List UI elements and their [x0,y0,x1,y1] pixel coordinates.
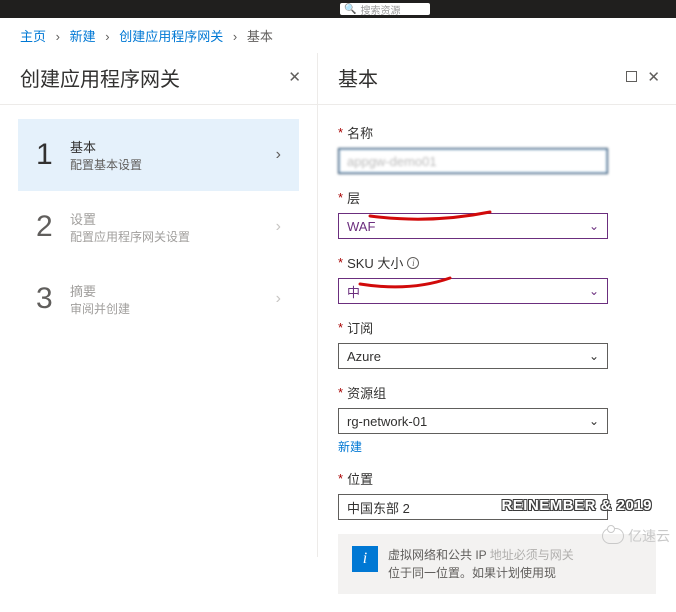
top-bar: 🔍 搜索资源 [0,0,676,18]
chevron-down-icon: ⌄ [589,349,599,363]
breadcrumb-sep: › [233,29,237,44]
required-mark: * [338,471,343,486]
breadcrumb-create-gateway[interactable]: 创建应用程序网关 [119,29,223,44]
chevron-right-icon: › [276,218,281,236]
right-blade: 基本 ✕ * 名称 * 层 WAF ⌄ * SKU 大小 i 中 [318,53,676,557]
label-sku: SKU 大小 [347,253,403,272]
field-tier: * 层 WAF ⌄ [338,188,656,239]
sku-value: 中 [347,282,360,301]
required-mark: * [338,125,343,140]
field-name: * 名称 [338,123,656,174]
field-resource-group: * 资源组 rg-network-01 ⌄ 新建 [338,383,656,455]
breadcrumb-new[interactable]: 新建 [70,29,96,44]
chevron-down-icon: ⌄ [589,219,599,233]
required-mark: * [338,255,343,270]
info-icon[interactable]: i [407,257,419,269]
resource-group-select[interactable]: rg-network-01 ⌄ [338,408,608,434]
chevron-down-icon: ⌄ [589,414,599,428]
label-tier: 层 [347,188,360,207]
watermark-reinember: REINEMBER & 2019 [501,497,652,514]
close-icon[interactable]: ✕ [288,70,301,85]
chevron-right-icon: › [276,146,281,164]
step-subtitle: 配置基本设置 [70,156,276,173]
info-box-text: 虚拟网络和公共 IP 地址必须与网关 位于同一位置。如果计划使用现 [388,546,574,582]
breadcrumb: 主页 › 新建 › 创建应用程序网关 › 基本 [0,18,676,53]
right-blade-title: 基本 [338,63,378,92]
field-sku: * SKU 大小 i 中 ⌄ [338,253,656,304]
chevron-down-icon: ⌄ [589,284,599,298]
step-title: 基本 [70,137,276,156]
breadcrumb-sep: › [105,29,109,44]
step-number: 3 [36,282,64,316]
sku-select[interactable]: 中 ⌄ [338,278,608,304]
location-value: 中国东部 2 [347,498,410,517]
search-chip[interactable]: 🔍 搜索资源 [340,3,430,15]
label-name: 名称 [347,123,373,142]
step-title: 摘要 [70,281,276,300]
wizard-steps: 1 基本 配置基本设置 › 2 设置 配置应用程序网关设置 › 3 摘要 [0,105,317,349]
right-blade-header: 基本 ✕ [318,53,676,105]
search-placeholder: 搜索资源 [360,2,400,17]
label-resource-group: 资源组 [347,383,386,402]
label-subscription: 订阅 [347,318,373,337]
name-input[interactable] [338,148,608,174]
step-title: 设置 [70,209,276,228]
watermark-yisu: 亿速云 [602,526,670,546]
step-3-summary[interactable]: 3 摘要 审阅并创建 › [18,263,299,335]
left-blade-title: 创建应用程序网关 [20,63,180,92]
breadcrumb-current: 基本 [247,29,273,44]
new-resource-group-link[interactable]: 新建 [338,438,362,455]
step-number: 2 [36,210,64,244]
step-1-basics[interactable]: 1 基本 配置基本设置 › [18,119,299,191]
subscription-select[interactable]: Azure ⌄ [338,343,608,369]
cloud-icon [602,528,624,544]
left-blade: 创建应用程序网关 ✕ 1 基本 配置基本设置 › 2 设置 配置应用程序网关设置 [0,53,318,557]
step-2-settings[interactable]: 2 设置 配置应用程序网关设置 › [18,191,299,263]
breadcrumb-sep: › [56,29,60,44]
step-subtitle: 配置应用程序网关设置 [70,228,276,245]
field-subscription: * 订阅 Azure ⌄ [338,318,656,369]
required-mark: * [338,320,343,335]
required-mark: * [338,385,343,400]
resource-group-value: rg-network-01 [347,414,427,429]
subscription-value: Azure [347,349,381,364]
required-mark: * [338,190,343,205]
maximize-icon[interactable] [626,70,637,85]
left-blade-header: 创建应用程序网关 ✕ [0,53,317,105]
breadcrumb-home[interactable]: 主页 [20,29,46,44]
close-icon[interactable]: ✕ [647,70,660,85]
label-location: 位置 [347,469,373,488]
search-icon: 🔍 [344,4,356,15]
step-number: 1 [36,138,64,172]
tier-select[interactable]: WAF ⌄ [338,213,608,239]
tier-value: WAF [347,219,375,234]
chevron-right-icon: › [276,290,281,308]
step-subtitle: 审阅并创建 [70,300,276,317]
